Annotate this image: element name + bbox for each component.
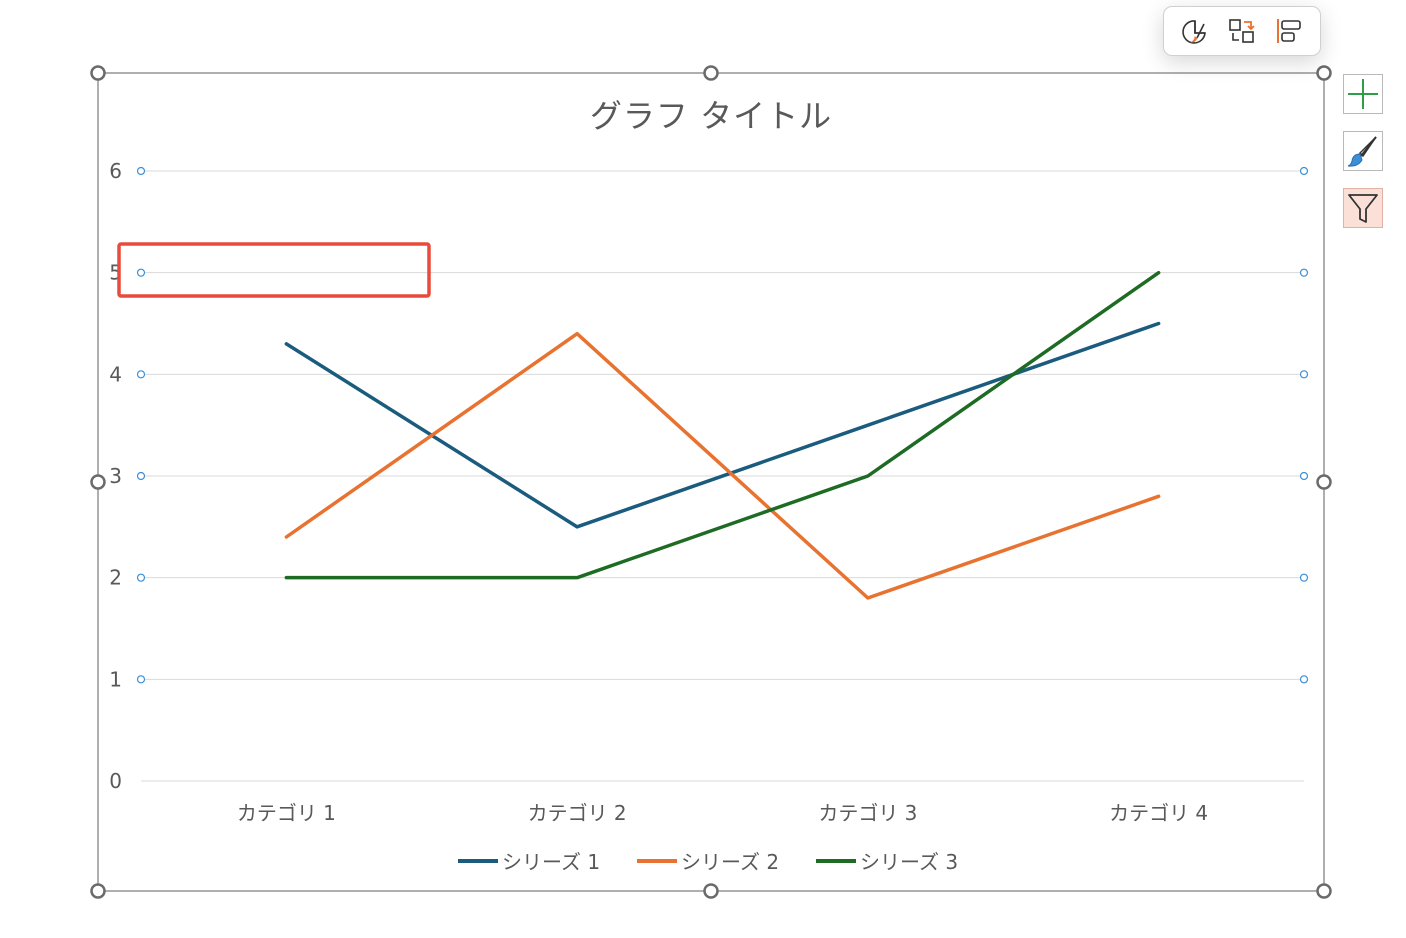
resize-handles[interactable] <box>90 65 1332 899</box>
resize-handle <box>1316 474 1332 490</box>
plot-area-handle <box>136 268 146 277</box>
chart-filter-button[interactable] <box>1343 188 1383 228</box>
resize-handle <box>703 883 719 899</box>
chart-style-icon <box>1182 20 1207 44</box>
x-tick-label: カテゴリ 1 <box>237 801 336 825</box>
floating-chart-toolbar <box>1163 6 1321 56</box>
chart-styles-brush-icon <box>1347 136 1377 167</box>
resize-handle <box>1316 65 1332 81</box>
switch-row-column-icon <box>1229 19 1255 43</box>
resize-handle <box>1316 883 1332 899</box>
plot-area-handle <box>136 471 146 481</box>
plot-area-handle <box>1299 166 1309 176</box>
plot-area-handle <box>136 166 146 176</box>
x-tick-label: カテゴリ 2 <box>528 801 627 825</box>
y-tick-label: 2 <box>109 566 122 590</box>
plot-area-handle <box>1299 370 1309 379</box>
plot-area-handle <box>136 573 146 582</box>
plot-area-handle <box>136 675 146 684</box>
highlight-annotation-box <box>117 242 431 298</box>
add-chart-element-button[interactable] <box>1343 74 1383 114</box>
y-tick-label: 3 <box>109 464 122 488</box>
y-tick-label: 6 <box>109 159 122 183</box>
align-button[interactable] <box>1272 14 1306 48</box>
resize-handle <box>90 883 106 899</box>
x-tick-label: カテゴリ 3 <box>818 801 917 825</box>
y-tick-label: 0 <box>109 769 122 793</box>
switch-row-column-button[interactable] <box>1225 14 1259 48</box>
chart-filter-icon <box>1348 194 1378 223</box>
chart-selection-frame <box>97 72 1325 892</box>
y-tick-label: 1 <box>109 667 122 691</box>
plot-area-handle <box>1299 573 1309 582</box>
chart-title[interactable]: グラフ タイトル <box>590 97 832 135</box>
series-line-1 <box>284 321 1161 529</box>
legend-label-series-2: シリーズ 2 <box>681 850 779 874</box>
legend-label-series-3: シリーズ 3 <box>860 850 958 874</box>
series-lines[interactable] <box>284 270 1161 600</box>
y-tick-label: 4 <box>109 362 122 386</box>
resize-handle <box>90 65 106 81</box>
chart-styles-button[interactable] <box>1343 131 1383 171</box>
plot-area-handle <box>1299 675 1309 684</box>
x-axis-labels: カテゴリ 1 カテゴリ 2 カテゴリ 3 カテゴリ 4 <box>237 801 1208 825</box>
x-tick-label: カテゴリ 4 <box>1109 801 1208 825</box>
resize-handle <box>703 65 719 81</box>
resize-handle <box>90 474 106 490</box>
series-line-2 <box>284 331 1161 600</box>
plot-area-handle <box>136 370 146 379</box>
plot-area-handle <box>1299 471 1309 481</box>
add-chart-element-icon <box>1348 79 1378 109</box>
align-icon <box>1276 19 1301 43</box>
plot-area-handle <box>1299 268 1309 277</box>
chart-area[interactable]: グラフ タイトル 0123456 カテゴリ 1 カテゴリ 2 カテゴリ 3 カテ… <box>0 0 1406 938</box>
legend[interactable]: シリーズ 1 シリーズ 2 シリーズ 3 <box>458 850 958 874</box>
legend-label-series-1: シリーズ 1 <box>502 850 600 874</box>
chart-style-button[interactable] <box>1178 14 1212 48</box>
